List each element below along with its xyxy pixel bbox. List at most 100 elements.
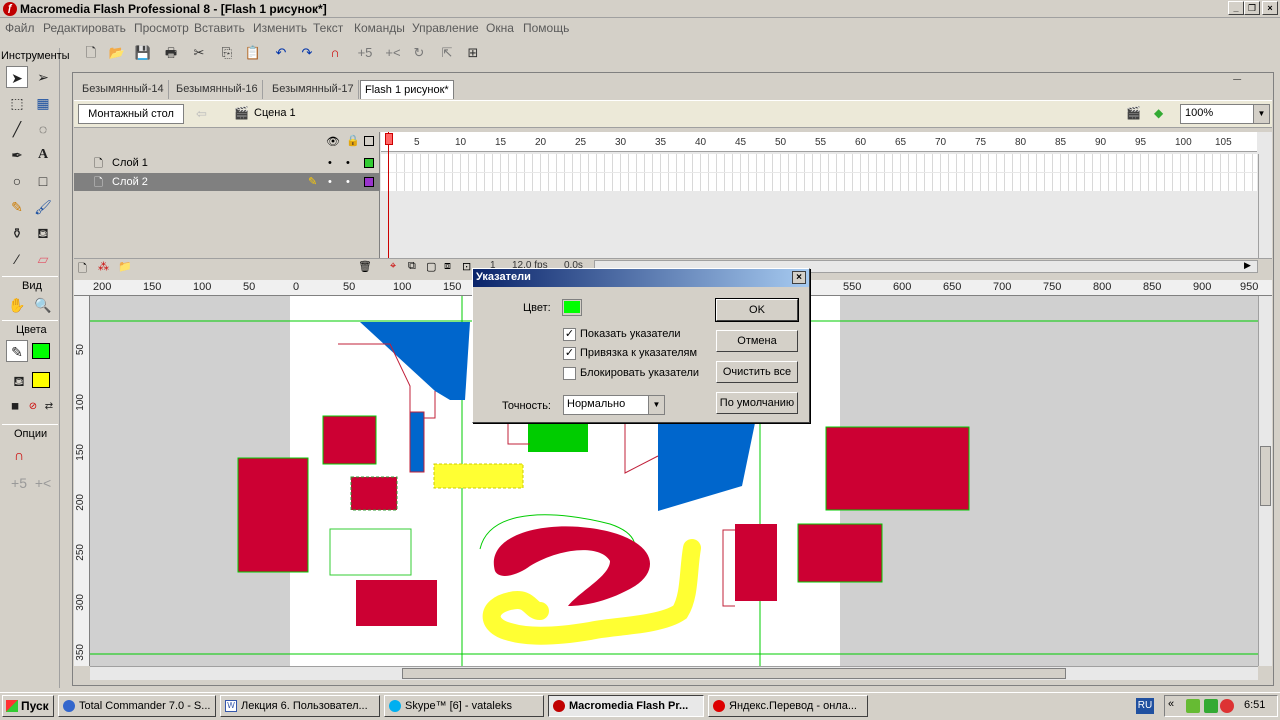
layer-visible-dot[interactable]: • (328, 154, 332, 172)
print-icon[interactable]: 🖶 (162, 44, 180, 62)
oval-tool-icon[interactable]: ○ (6, 170, 28, 192)
align-icon[interactable]: ⊞ (464, 44, 482, 62)
rotate-icon[interactable]: ↻ (410, 44, 428, 62)
zoom-select[interactable]: 100% ▼ (1180, 104, 1270, 124)
timeline-vscroll[interactable] (1258, 154, 1272, 258)
smooth-icon[interactable]: +5 (356, 44, 374, 62)
accuracy-select[interactable]: Нормально ▼ (563, 395, 665, 415)
snap-to-guides-checkbox[interactable]: ✓ (563, 347, 576, 360)
add-folder-icon[interactable]: 📁 (118, 260, 132, 273)
task-total-commander[interactable]: Total Commander 7.0 - S... (58, 695, 216, 717)
tab-doc-16[interactable]: Безымянный-16 (172, 80, 263, 99)
layer-lock-dot[interactable]: • (346, 173, 350, 191)
task-yandex-translate[interactable]: Яндекс.Перевод - онла... (708, 695, 868, 717)
stage-vscroll[interactable] (1258, 296, 1272, 666)
fill-color-swatch[interactable] (32, 372, 50, 388)
tab-flash-drawing[interactable]: Flash 1 рисунок* (360, 80, 454, 99)
skype-tray-icon[interactable] (1186, 699, 1200, 713)
outline-toggle-icon[interactable] (364, 136, 374, 146)
start-button[interactable]: Пуск (2, 695, 54, 717)
straighten-icon[interactable]: +< (384, 44, 402, 62)
line-tool-icon[interactable]: ╱ (6, 118, 28, 140)
paint-bucket-icon[interactable]: ⛾ (32, 222, 54, 244)
pen-tool-icon[interactable]: ✒ (6, 144, 28, 166)
ok-button[interactable]: OK (715, 298, 799, 322)
selection-arrow-icon[interactable]: ➤ (6, 66, 28, 88)
lock-guides-checkbox[interactable] (563, 367, 576, 380)
layer-outline-swatch[interactable] (364, 177, 374, 187)
antivirus-tray-icon[interactable] (1220, 699, 1234, 713)
eyedropper-icon[interactable]: ⁄ (6, 248, 28, 270)
task-word-lecture[interactable]: W Лекция 6. Пользовател... (220, 695, 380, 717)
layer-outline-swatch[interactable] (364, 158, 374, 168)
straighten-option-icon[interactable]: +< (32, 472, 54, 494)
edit-symbol-icon[interactable]: ◆ (1154, 106, 1172, 122)
eraser-icon[interactable]: ▱ (32, 248, 54, 270)
show-hide-eye-icon[interactable]: 👁 (326, 135, 340, 148)
back-arrow-icon[interactable]: ⇦ (196, 106, 214, 122)
rectangle-tool-icon[interactable]: □ (32, 170, 54, 192)
frame-row-layer-2[interactable] (381, 173, 1257, 191)
menu-view[interactable]: Просмотр (134, 21, 189, 35)
playhead-handle[interactable] (385, 133, 393, 145)
center-frame-icon[interactable]: ⌖ (390, 260, 396, 273)
add-layer-icon[interactable]: 🗋 (78, 260, 87, 279)
onion-outline-icon[interactable]: ▢ (426, 260, 436, 273)
copy-icon[interactable]: ⎘ (218, 44, 236, 62)
clear-all-button[interactable]: Очистить все (716, 361, 798, 383)
default-button[interactable]: По умолчанию (716, 392, 798, 414)
restore-button[interactable]: ❐ (1244, 1, 1260, 15)
chevron-down-icon[interactable]: ▼ (648, 396, 664, 414)
lasso-icon[interactable]: ◌ (32, 118, 54, 140)
show-hidden-icons-chevron-icon[interactable]: « (1168, 698, 1174, 710)
dialog-close-icon[interactable]: × (792, 271, 806, 284)
layer-lock-dot[interactable]: • (346, 154, 350, 172)
ink-bottle-icon[interactable]: ⚱ (6, 222, 28, 244)
menu-control[interactable]: Управление (412, 21, 479, 35)
subselection-arrow-icon[interactable]: ➢ (32, 66, 54, 88)
language-indicator[interactable]: RU (1136, 698, 1154, 714)
layer-visible-dot[interactable]: • (328, 173, 332, 191)
pencil-tool-icon[interactable]: ✎ (6, 196, 28, 218)
free-transform-icon[interactable]: ⬚ (6, 92, 28, 114)
show-guides-checkbox[interactable]: ✓ (563, 328, 576, 341)
close-button[interactable]: × (1262, 1, 1278, 15)
lock-icon[interactable]: 🔒 (346, 134, 360, 147)
cancel-button[interactable]: Отмена (716, 330, 798, 352)
snap-magnet-icon[interactable]: ∩ (8, 444, 30, 466)
stroke-color-swatch[interactable] (32, 343, 50, 359)
stage-hscroll[interactable] (90, 666, 1258, 680)
open-folder-icon[interactable]: 📂 (108, 44, 126, 62)
redo-icon[interactable]: ↷ (298, 44, 316, 62)
task-skype[interactable]: Skype™ [6] - vataleks (384, 695, 544, 717)
hand-tool-icon[interactable]: ✋ (6, 294, 28, 316)
tab-doc-14[interactable]: Безымянный-14 (78, 80, 169, 99)
undo-icon[interactable]: ↶ (272, 44, 290, 62)
guide-color-picker[interactable] (562, 299, 582, 316)
stage-button[interactable]: Монтажный стол (78, 104, 184, 124)
edit-scene-icon[interactable]: 🎬 (1126, 106, 1144, 122)
task-flash[interactable]: Macromedia Flash Pr... (548, 695, 704, 717)
scale-icon[interactable]: ⇱ (438, 44, 456, 62)
menu-commands[interactable]: Команды (354, 21, 405, 35)
new-file-icon[interactable]: 🗋 (82, 44, 100, 62)
edit-multiple-frames-icon[interactable]: ⧈ (444, 260, 451, 273)
menu-window[interactable]: Окна (486, 21, 514, 35)
scroll-right-arrow-icon[interactable]: ▶ (1244, 260, 1251, 271)
swap-colors-icon[interactable]: ⇄ (38, 396, 60, 418)
tab-doc-17[interactable]: Безымянный-17 (268, 80, 359, 99)
text-tool-icon[interactable]: A (32, 144, 54, 166)
menu-text[interactable]: Текст (313, 21, 343, 35)
smooth-option-icon[interactable]: +5 (8, 472, 30, 494)
menu-help[interactable]: Помощь (523, 21, 569, 35)
onion-markers-icon[interactable]: ⊡ (462, 260, 471, 273)
download-tray-icon[interactable] (1204, 699, 1218, 713)
zoom-tool-icon[interactable]: 🔍 (32, 294, 54, 316)
fill-transform-icon[interactable]: ▦ (32, 92, 54, 114)
chevron-down-icon[interactable]: ▼ (1253, 105, 1269, 123)
playhead[interactable] (388, 132, 389, 274)
menu-edit[interactable]: Редактировать (43, 21, 126, 35)
paste-icon[interactable]: 📋 (244, 44, 262, 62)
menu-modify[interactable]: Изменить (253, 21, 307, 35)
delete-layer-trash-icon[interactable]: 🗑 (358, 260, 372, 273)
